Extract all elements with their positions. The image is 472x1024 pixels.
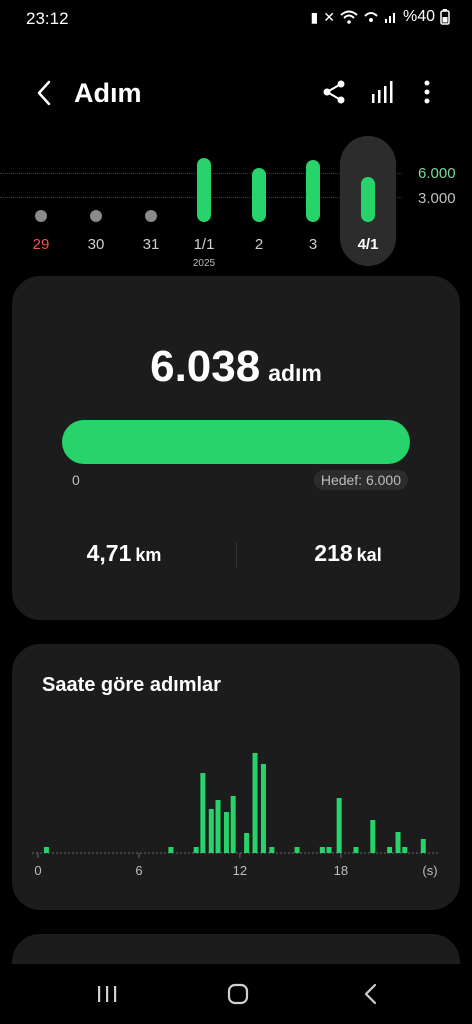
day-steps-bar <box>197 158 211 222</box>
day-steps-bar <box>35 210 47 222</box>
hourly-steps-card[interactable]: Saate göre adımlar 0 6 12 18 (s) <box>12 644 460 910</box>
hourly-bar <box>269 847 275 853</box>
steps-summary-card: 6.038 adım 0 Hedef: 6.000 4,71 km 218 kal <box>12 276 460 620</box>
distance-value: 4,71 <box>86 540 132 566</box>
hourly-bar <box>319 847 325 853</box>
hourly-bar <box>370 820 376 853</box>
steps-unit: adım <box>268 360 322 386</box>
day-steps-bar <box>252 168 266 222</box>
progress-zero-label: 0 <box>72 472 80 488</box>
app-bar: Adım <box>0 70 472 116</box>
hotspot-icon <box>364 12 378 22</box>
day-steps-bar <box>361 176 375 222</box>
goal-progress-bar <box>62 420 410 464</box>
day-label: 29 <box>32 236 50 253</box>
hourly-bar <box>387 847 393 853</box>
status-icons: ▮ ✕ %40 <box>311 8 450 26</box>
x-tick-label: 6 <box>135 863 142 878</box>
steps-value: 6.038 <box>150 342 261 391</box>
hourly-bar <box>43 847 49 853</box>
day-label: 1/1 <box>193 236 215 253</box>
nav-back-icon[interactable] <box>356 982 386 1006</box>
goal-label: Hedef: 6.000 <box>313 470 408 490</box>
daily-steps-strip: 6.000 3.000 29 30 31 1/1 2025 2 3 4/1 <box>0 130 472 280</box>
hourly-bar <box>395 832 401 853</box>
wifi-icon <box>340 10 358 24</box>
hourly-bar <box>230 796 236 853</box>
day-4-1[interactable]: 4/1 <box>340 130 396 280</box>
day-steps-bar <box>90 210 102 222</box>
y-label-mid: 3.000 <box>418 190 456 207</box>
x-tick-label: (s) <box>422 863 437 878</box>
x-tick-label: 12 <box>233 863 247 878</box>
battery-icon <box>440 9 450 25</box>
recents-icon[interactable] <box>92 982 122 1006</box>
hourly-steps-chart: 0 6 12 18 (s) <box>32 753 440 878</box>
day-label: 2 <box>254 236 264 253</box>
day-30[interactable]: 30 <box>70 130 122 280</box>
day-label: 4/1 <box>357 236 379 253</box>
battery-percent: %40 <box>402 8 435 25</box>
hourly-bar <box>402 847 408 853</box>
hourly-bar <box>252 753 258 853</box>
mute-icon: ✕ <box>323 8 335 25</box>
day-label: 30 <box>87 236 105 253</box>
day-steps-bar <box>306 159 320 222</box>
navigation-bar <box>0 964 472 1024</box>
share-icon[interactable] <box>320 78 348 106</box>
hourly-bar <box>260 764 266 853</box>
day-2[interactable]: 2 <box>233 130 285 280</box>
calories-value: 218 <box>314 540 353 566</box>
status-bar: 23:12 ▮ ✕ %40 <box>0 0 472 36</box>
hourly-bar <box>244 833 250 853</box>
day-label: 31 <box>142 236 160 253</box>
x-tick-label: 0 <box>34 863 41 878</box>
hourly-bar <box>208 809 214 853</box>
stats-icon[interactable] <box>369 78 397 106</box>
hourly-bar <box>420 839 426 853</box>
home-icon[interactable] <box>223 982 253 1006</box>
distance-metric: 4,71 km <box>12 540 236 567</box>
calories-metric: 218 kal <box>236 540 460 567</box>
hourly-bar <box>200 773 206 853</box>
day-label: 3 <box>308 236 318 253</box>
hourly-bar <box>294 847 300 853</box>
hourly-bar <box>336 798 342 853</box>
steps-count: 6.038 adım <box>12 342 460 392</box>
hourly-bar <box>215 800 221 853</box>
battery-saver-icon: ▮ <box>310 8 319 25</box>
page-title: Adım <box>74 78 142 108</box>
day-31[interactable]: 31 <box>125 130 177 280</box>
day-steps-bar <box>145 210 157 222</box>
calories-unit: kal <box>356 545 382 565</box>
hourly-bar <box>193 847 199 853</box>
hourly-bar <box>353 847 359 853</box>
hourly-bar <box>223 812 229 853</box>
y-label-high: 6.000 <box>418 165 456 182</box>
day-1-1[interactable]: 1/1 2025 <box>178 130 230 280</box>
day-29[interactable]: 29 <box>15 130 67 280</box>
hourly-bar <box>326 847 332 853</box>
year-label: 2025 <box>192 258 216 269</box>
day-3[interactable]: 3 <box>287 130 339 280</box>
distance-unit: km <box>135 545 162 565</box>
back-arrow-icon[interactable] <box>30 78 60 108</box>
status-time: 23:12 <box>26 9 69 28</box>
signal-icon <box>384 13 395 23</box>
more-vert-icon[interactable] <box>414 78 440 106</box>
hourly-bar <box>168 847 174 853</box>
x-tick-label: 18 <box>334 863 348 878</box>
